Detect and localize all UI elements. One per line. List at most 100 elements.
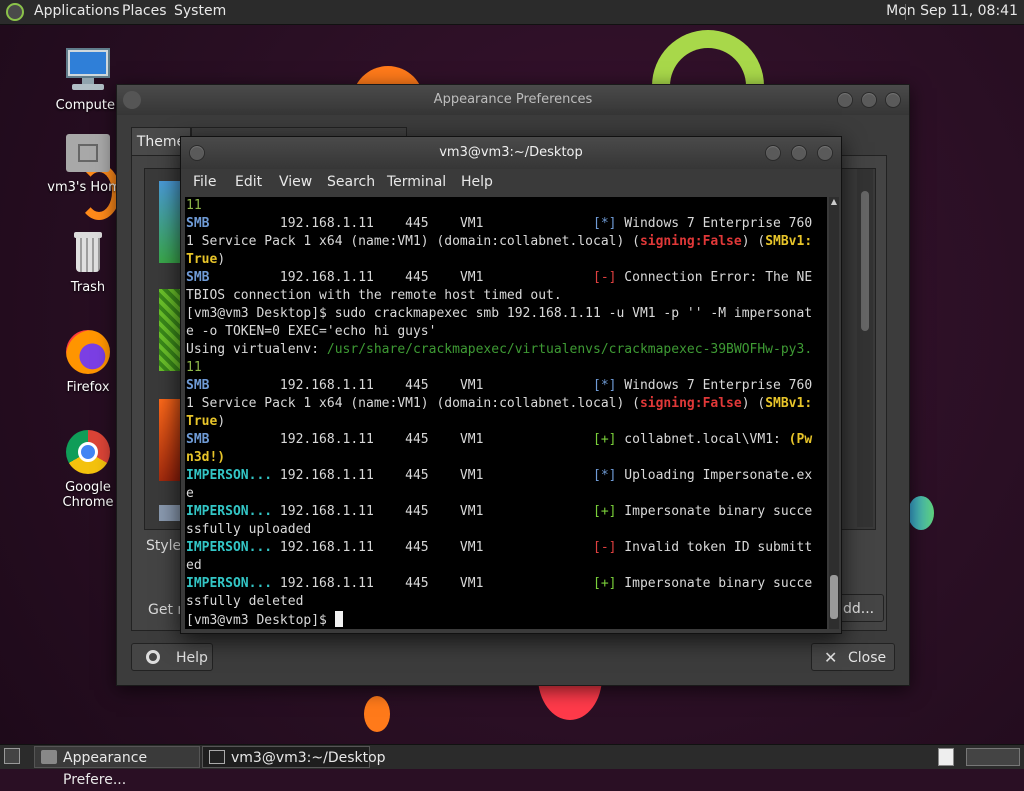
terminal-line: ssfully deleted — [186, 593, 812, 611]
terminal-cursor — [334, 611, 343, 627]
terminal-screen[interactable]: 11 SMB 192.168.1.11 445 VM1 [*] Windows 7… — [185, 197, 827, 629]
terminal-close-button[interactable] — [817, 145, 833, 161]
terminal-text: 1 Service Pack 1 x64 (name:VM1) (domain:… — [186, 396, 640, 411]
terminal-line: SMB 192.168.1.11 445 VM1 [-] Connection … — [186, 269, 812, 287]
window-menu-icon[interactable] — [123, 91, 141, 109]
terminal-text: Windows 7 Enterprise 760 — [616, 378, 813, 393]
terminal-text: IMPERSON... — [186, 468, 273, 483]
trash-icon — [64, 228, 112, 276]
close-window-button[interactable] — [885, 92, 901, 108]
chrome-icon — [64, 428, 112, 476]
terminal-text: e -o TOKEN=0 EXEC='echo hi guys' — [186, 324, 437, 339]
terminal-line: True) — [186, 413, 812, 431]
terminal-text: True — [186, 252, 218, 267]
terminal-text: n3d!) — [186, 450, 226, 465]
terminal-text: SMB — [186, 432, 210, 447]
terminal-text: IMPERSON... — [186, 576, 273, 591]
applications-menu[interactable]: Applications — [34, 3, 120, 19]
terminal-text: ) ( — [741, 234, 766, 249]
terminal-text: 192.168.1.11 445 VM1 — [209, 270, 593, 285]
menu-terminal[interactable]: Terminal — [387, 174, 446, 190]
workspace-switcher[interactable] — [966, 748, 1020, 766]
terminal-text: ) ( — [741, 396, 766, 411]
scroll-up-arrow-icon[interactable]: ▲ — [829, 197, 839, 206]
terminal-line: True) — [186, 251, 812, 269]
terminal-maximize-button[interactable] — [791, 145, 807, 161]
help-button[interactable]: Help — [131, 643, 213, 671]
terminal-minimize-button[interactable] — [765, 145, 781, 161]
terminal-text: collabnet.local\VM1: — [616, 432, 789, 447]
terminal-output: 11 SMB 192.168.1.11 445 VM1 [*] Windows 7… — [186, 197, 812, 629]
taskbar-terminal[interactable]: vm3@vm3:~/Desktop — [202, 746, 386, 768]
terminal-text: ssfully uploaded — [186, 522, 312, 537]
terminal-text: ssfully deleted — [186, 594, 304, 609]
places-menu[interactable]: Places — [122, 3, 167, 19]
clock[interactable]: Mon Sep 11, 08:41 — [886, 3, 1018, 19]
desktop-icon-label: Computer — [55, 98, 121, 113]
terminal-text: IMPERSON... — [186, 504, 273, 519]
theme-list-scrollbar[interactable] — [857, 169, 873, 527]
terminal-line: [vm3@vm3 Desktop]$ — [186, 611, 812, 629]
terminal-text: [-] — [593, 540, 617, 555]
menu-edit[interactable]: Edit — [235, 174, 262, 190]
menu-help[interactable]: Help — [461, 174, 493, 190]
terminal-text: IMPERSON... — [186, 540, 273, 555]
terminal-text: 1 Service Pack 1 x64 (name:VM1) (domain:… — [186, 234, 640, 249]
menu-file[interactable]: File — [193, 174, 216, 190]
terminal-text: Using virtualenv: — [186, 342, 327, 357]
terminal-text: SMB — [186, 378, 210, 393]
wallpaper-circle-blue — [908, 496, 934, 530]
terminal-line: ssfully uploaded — [186, 521, 812, 539]
terminal-window: vm3@vm3:~/Desktop File Edit View Search … — [180, 136, 842, 634]
terminal-menubar: File Edit View Search Terminal Help — [181, 169, 841, 197]
menu-view[interactable]: View — [279, 174, 312, 190]
terminal-line: e -o TOKEN=0 EXEC='echo hi guys' — [186, 323, 812, 341]
menu-search[interactable]: Search — [327, 174, 375, 190]
terminal-line: IMPERSON... 192.168.1.11 445 VM1 [+] Imp… — [186, 575, 812, 593]
terminal-scrollbar-thumb[interactable] — [830, 575, 838, 619]
terminal-line: n3d!) — [186, 449, 812, 467]
maximize-button[interactable] — [861, 92, 877, 108]
workspace-switcher-icon[interactable] — [938, 748, 954, 766]
terminal-text: 11 — [186, 198, 202, 213]
terminal-text: [vm3@vm3 Desktop]$ — [186, 613, 335, 628]
close-button[interactable]: ✕ Close — [811, 643, 895, 671]
home-folder-icon — [64, 128, 112, 176]
terminal-text: ) — [217, 414, 226, 429]
terminal-titlebar[interactable]: vm3@vm3:~/Desktop — [181, 137, 841, 169]
scrollbar-thumb[interactable] — [861, 191, 869, 331]
terminal-scrollbar[interactable]: ▲ — [829, 197, 839, 629]
terminal-text: (Pw — [788, 432, 813, 447]
terminal-text: SMBv1: — [765, 234, 813, 249]
terminal-line: 1 Service Pack 1 x64 (name:VM1) (domain:… — [186, 395, 812, 413]
terminal-line: [vm3@vm3 Desktop]$ sudo crackmapexec smb… — [186, 305, 812, 323]
terminal-text: [*] — [593, 216, 617, 231]
terminal-text: Connection Error: The NE — [616, 270, 813, 285]
terminal-text: [*] — [593, 378, 617, 393]
terminal-text: /usr/share/crackmapexec/virtualenvs/crac… — [326, 342, 813, 357]
terminal-app-icon — [209, 750, 225, 764]
terminal-line: 11 — [186, 197, 812, 215]
system-menu[interactable]: System — [174, 3, 226, 19]
minimize-button[interactable] — [837, 92, 853, 108]
terminal-text: 192.168.1.11 445 VM1 — [272, 468, 593, 483]
terminal-text: [-] — [593, 270, 617, 285]
terminal-text: 192.168.1.11 445 VM1 — [209, 432, 593, 447]
terminal-text: ed — [186, 558, 202, 573]
wallpaper-circle-small-orange — [364, 696, 390, 732]
terminal-line: 11 — [186, 359, 812, 377]
distro-logo-icon[interactable] — [6, 3, 24, 21]
terminal-line: 1 Service Pack 1 x64 (name:VM1) (domain:… — [186, 233, 812, 251]
terminal-text: Impersonate binary succe — [616, 576, 813, 591]
top-panel: Applications Places System Mon Sep 11, 0… — [0, 0, 1024, 25]
taskbar-appearance[interactable]: Appearance Prefere... — [34, 746, 200, 788]
terminal-window-menu-icon[interactable] — [189, 145, 205, 161]
terminal-title: vm3@vm3:~/Desktop — [439, 145, 583, 160]
appearance-titlebar[interactable]: Appearance Preferences — [117, 85, 909, 115]
desktop-icon-label: Google Chrome — [62, 480, 114, 510]
show-desktop-icon[interactable] — [4, 748, 20, 764]
terminal-line: SMB 192.168.1.11 445 VM1 [*] Windows 7 E… — [186, 377, 812, 395]
terminal-text: Uploading Impersonate.ex — [616, 468, 813, 483]
terminal-text: [+] — [593, 504, 617, 519]
terminal-text: 192.168.1.11 445 VM1 — [272, 504, 593, 519]
